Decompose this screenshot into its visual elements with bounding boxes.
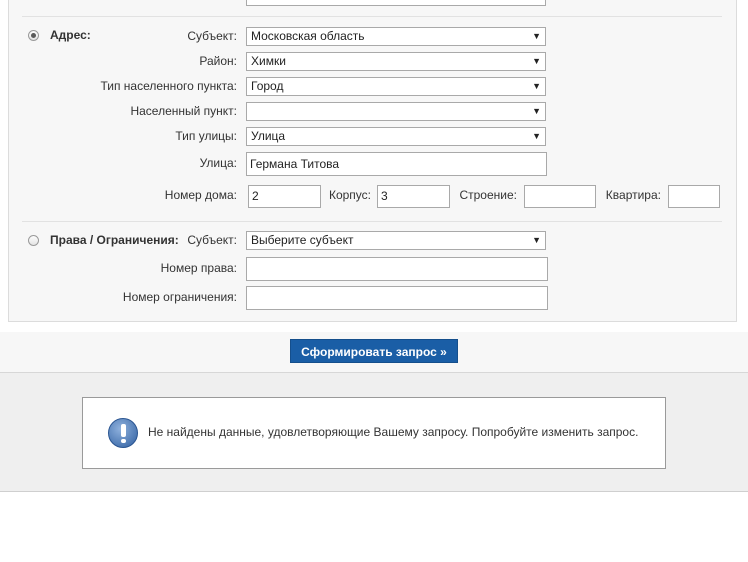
locality-select[interactable]: ▼	[246, 102, 546, 121]
house-label: Номер дома:	[164, 188, 237, 202]
chevron-down-icon: ▼	[532, 235, 541, 245]
previous-select[interactable]: ▼	[246, 0, 546, 6]
street-value: Германа Титова	[250, 157, 340, 171]
apartment-input[interactable]	[668, 185, 720, 208]
building-label: Корпус:	[328, 188, 371, 202]
address-section-label: Адрес:	[50, 28, 91, 42]
house-input[interactable]: 2	[248, 185, 321, 208]
locality-type-value: Город	[251, 79, 284, 93]
street-type-label: Тип улицы:	[175, 129, 237, 143]
rights-section-label: Права / Ограничения:	[50, 233, 179, 247]
submit-button[interactable]: Сформировать запрос »	[290, 339, 458, 363]
structure-label: Строение:	[459, 188, 517, 202]
subject-value: Московская область	[251, 29, 365, 43]
locality-label: Населенный пункт:	[130, 104, 237, 118]
subject-select[interactable]: Московская область ▼	[246, 27, 546, 46]
divider	[22, 16, 722, 17]
subject-label: Субъект:	[187, 29, 237, 43]
chevron-down-icon: ▼	[532, 81, 541, 91]
restriction-number-label: Номер ограничения:	[122, 290, 237, 304]
street-type-value: Улица	[251, 129, 286, 143]
street-label: Улица:	[199, 156, 237, 170]
district-value: Химки	[251, 54, 286, 68]
divider	[22, 221, 722, 222]
district-label: Район:	[199, 54, 237, 68]
street-input[interactable]: Германа Титова	[246, 152, 547, 176]
chevron-down-icon: ▼	[532, 131, 541, 141]
address-radio[interactable]	[28, 30, 39, 41]
restriction-number-input[interactable]	[246, 286, 548, 310]
chevron-down-icon: ▼	[532, 31, 541, 41]
rights-subject-value: Выберите субъект	[251, 233, 354, 247]
right-number-input[interactable]	[246, 257, 548, 281]
chevron-down-icon: ▼	[532, 0, 541, 5]
district-select[interactable]: Химки ▼	[246, 52, 546, 71]
info-exclamation-icon	[108, 418, 138, 448]
locality-type-select[interactable]: Город ▼	[246, 77, 546, 96]
chevron-down-icon: ▼	[532, 106, 541, 116]
building-value: 3	[381, 189, 388, 203]
street-type-select[interactable]: Улица ▼	[246, 127, 546, 146]
right-number-label: Номер права:	[160, 261, 237, 275]
chevron-down-icon: ▼	[532, 56, 541, 66]
no-results-message: Не найдены данные, удовлетворяющие Вашем…	[148, 425, 639, 439]
house-value: 2	[252, 189, 259, 203]
structure-input[interactable]	[524, 185, 596, 208]
building-input[interactable]: 3	[377, 185, 450, 208]
rights-subject-label: Субъект:	[187, 233, 237, 247]
rights-radio[interactable]	[28, 235, 39, 246]
rights-subject-select[interactable]: Выберите субъект ▼	[246, 231, 546, 250]
apartment-label: Квартира:	[605, 188, 661, 202]
locality-type-label: Тип населенного пункта:	[100, 79, 237, 93]
